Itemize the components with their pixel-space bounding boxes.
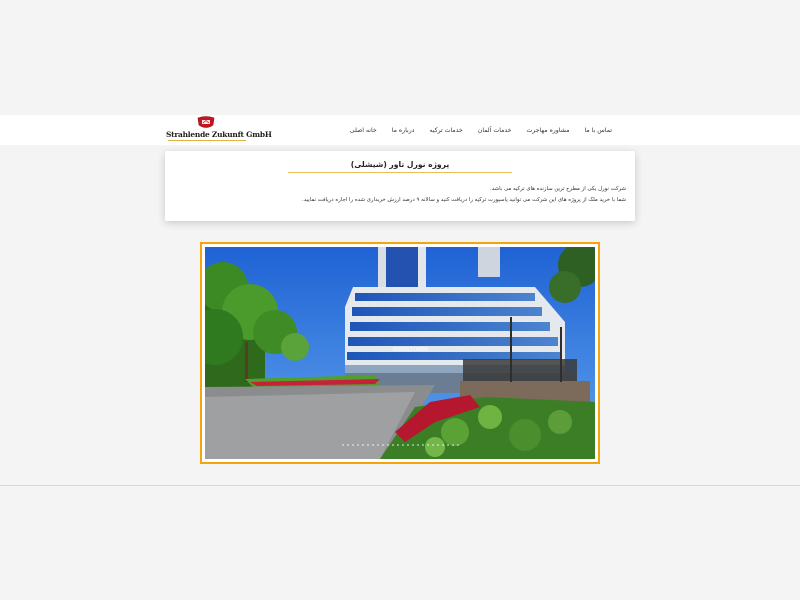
pager-dot[interactable] — [431, 444, 434, 446]
pager-dot[interactable] — [456, 444, 459, 446]
pager-dot[interactable] — [371, 444, 374, 446]
pager-dot[interactable] — [426, 444, 429, 446]
logo-underline — [168, 140, 246, 141]
project-info-card: پروژه نورل تاور (شیشلی) شرکت نورل یکی از… — [165, 151, 635, 221]
gallery-photo[interactable]: NUROLTOWER — [205, 247, 595, 459]
project-description: شرکت نورل یکی از مطرح ترین سازنده های تر… — [186, 184, 626, 206]
building-sign: NUROLTOWER — [393, 347, 429, 353]
pager-dot[interactable] — [436, 444, 439, 446]
project-gallery[interactable]: NUROLTOWER — [200, 242, 600, 464]
pager-dot[interactable] — [401, 444, 404, 446]
pager-dot[interactable] — [361, 444, 364, 446]
nav-germany-services[interactable]: خدمات آلمان — [478, 127, 512, 134]
pager-dot[interactable] — [386, 444, 389, 446]
description-line-1: شرکت نورل یکی از مطرح ترین سازنده های تر… — [490, 186, 626, 192]
pager-dot[interactable] — [451, 444, 454, 446]
pager-dot[interactable] — [376, 444, 379, 446]
pager-dot[interactable] — [411, 444, 414, 446]
pager-dot[interactable] — [346, 444, 349, 446]
main-nav: خانه اصلی درباره ما خدمات ترکیه خدمات آل… — [350, 115, 612, 145]
nav-contact[interactable]: تماس با ما — [585, 127, 612, 134]
gallery-pager[interactable] — [202, 444, 598, 448]
project-title: پروژه نورل تاور (شیشلی) — [350, 160, 450, 169]
pager-dot[interactable] — [441, 444, 444, 446]
footer-divider — [0, 485, 800, 486]
title-divider — [288, 172, 512, 173]
pager-dot[interactable] — [341, 444, 344, 446]
nav-turkey-services[interactable]: خدمات ترکیه — [429, 127, 462, 134]
pager-dot[interactable] — [421, 444, 424, 446]
pager-dot[interactable] — [356, 444, 359, 446]
company-logo[interactable]: Strahlende Zukunft GmbH — [166, 116, 272, 143]
description-line-2: شما با خرید ملک از پروژه های این شرکت می… — [302, 197, 626, 203]
logo-emblem-icon — [197, 116, 215, 128]
pager-dot[interactable] — [406, 444, 409, 446]
nav-about[interactable]: درباره ما — [392, 127, 415, 134]
pager-dot[interactable] — [381, 444, 384, 446]
pager-dot[interactable] — [366, 444, 369, 446]
pager-dot[interactable] — [351, 444, 354, 446]
nav-home[interactable]: خانه اصلی — [350, 127, 377, 134]
pager-dot[interactable] — [391, 444, 394, 446]
site-header: Strahlende Zukunft GmbH خانه اصلی درباره… — [0, 115, 800, 145]
pager-dot[interactable] — [396, 444, 399, 446]
pager-dot[interactable] — [416, 444, 419, 446]
logo-text: Strahlende Zukunft GmbH — [166, 130, 272, 139]
nav-immigration-consulting[interactable]: مشاوره مهاجرت — [526, 127, 569, 134]
pager-dot[interactable] — [446, 444, 449, 446]
